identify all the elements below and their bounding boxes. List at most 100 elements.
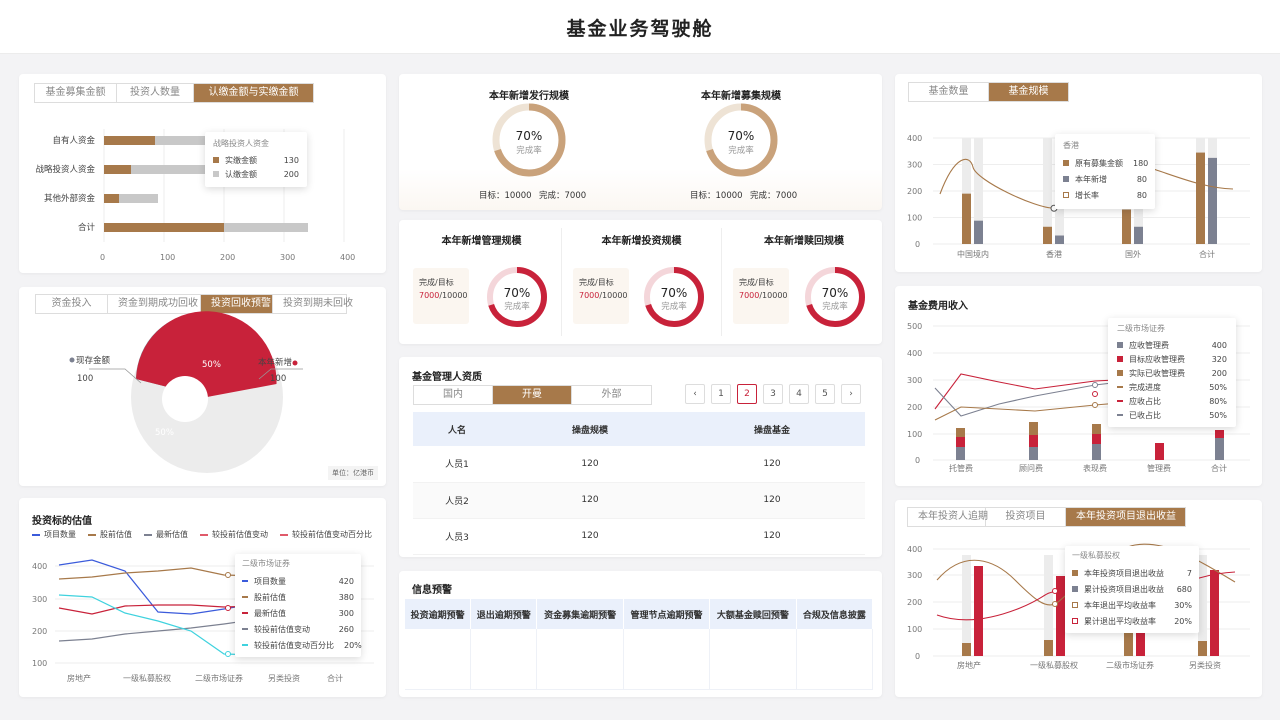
table-cell: 120 [679,482,865,519]
y-tick: 200 [907,187,922,196]
x-tick: 房地产 [957,660,981,670]
table-cell: 人员1 [413,446,501,483]
tooltip-value: 80 [1136,174,1147,184]
tooltip-name: 累计退出平均收益率 [1084,616,1156,626]
prev-page-button[interactable]: ‹ [685,384,705,404]
kpi-rate-label: 完成率 [504,301,530,312]
table-row[interactable]: 人员3 120 120 [413,518,865,555]
manager-table: 人名 操盘规模 操盘基金 人员1 120 120 人员2 120 120 人员3 120 1… [413,412,865,555]
page-button[interactable]: 4 [789,384,809,404]
column-header: 管理节点逾期预警 [623,599,711,629]
tooltip-title: 二级市场证券 [1117,324,1165,333]
tooltip-name: 本年新增 [1075,174,1107,184]
y-tick: 100 [907,430,922,439]
x-tick: 合计 [327,673,343,683]
tooltip-value: 420 [338,576,354,586]
y-tick: 400 [32,562,47,571]
bar-original[interactable] [962,193,971,244]
bar-paid[interactable] [104,223,224,232]
y-tick: 300 [32,595,47,604]
x-tick: 合计 [1199,249,1215,259]
bar-paid[interactable] [104,165,131,174]
tooltip-value: 400 [1211,340,1227,350]
page-button[interactable]: 5 [815,384,835,404]
pagination: ‹ 1 2 3 4 5 › [679,384,861,404]
tooltip-name: 较投前估值变动 [254,624,310,634]
y-tick: 100 [32,659,47,668]
tooltip-name: 股前估值 [254,592,286,602]
table-row[interactable]: 人员2 120 120 [413,482,865,519]
tooltip-title: 二级市场证券 [242,559,290,568]
donut-right-value: 100 [270,374,286,384]
y-tick: 200 [907,403,922,412]
x-tick: 顾问费 [1019,463,1043,473]
fee-income-tooltip: 二级市场证券 应收管理费 400 目标应收管理费 320 实际已收管理费 200 完成… [1108,318,1236,427]
kpi-target: 目标：10000 [479,191,532,201]
y-tick: 400 [907,545,922,554]
bar-original[interactable] [1043,226,1052,244]
table-cell: 120 [501,518,679,555]
manager-title: 基金管理人资质 [412,372,482,383]
valuation-tooltip: 二级市场证券 项目数量 420 股前估值 380 最新估值 300 较投前估值变动 26… [235,554,362,657]
kpi-rate-label: 完成率 [516,145,542,156]
donut-label-gray: 50% [155,428,174,438]
bar-original[interactable] [1196,152,1205,244]
tab-external[interactable]: 外部 [572,386,651,404]
category-label: 其他外部资金 [44,193,96,204]
page-title: 基金业务驾驶舱 [566,18,714,40]
tooltip-value: 320 [1211,354,1227,364]
bar-added[interactable] [1208,157,1217,244]
warning-title: 信息预警 [412,585,452,596]
y-tick: 100 [907,625,922,634]
tooltip-name: 项目数量 [254,576,286,586]
tab-domestic[interactable]: 国内 [414,386,493,404]
investment-recovery-panel: 资金投入 资金到期成功回收 投资回收预警 投资到期未回收 50% 50% 现存金… [19,287,386,486]
column-header: 合规及信息披露 [796,599,874,629]
y-tick: 400 [907,349,922,358]
tooltip-name: 完成进度 [1129,382,1161,392]
tooltip-value: 20% [344,640,362,650]
tooltip-name: 本年投资项目退出收益 [1084,568,1164,578]
page-button[interactable]: 3 [763,384,783,404]
bar-original[interactable] [1122,209,1131,244]
next-page-button[interactable]: › [841,384,861,404]
tooltip-name: 实缴金额 [225,155,257,165]
y-tick: 300 [907,376,922,385]
column-header: 投资逾期预警 [405,599,472,629]
scale-gauges: 70% 完成率 70% 完成率 70% 完成率 [487,267,865,327]
bar-added[interactable] [1055,235,1064,244]
tooltip-value: 260 [338,624,354,634]
x-tick: 一级私募股权 [1030,660,1078,670]
tooltip-name: 本年退出平均收益率 [1084,600,1156,610]
kpi-done: 完成：7000 [750,191,798,201]
kpi-percent: 70% [504,286,531,300]
tooltip-value: 20% [1174,616,1192,626]
tooltip-value: 200 [1211,368,1227,378]
donut-slice-new [136,311,277,397]
tooltip-title: 一级私募股权 [1072,551,1120,560]
bar-paid[interactable] [104,194,119,203]
bar-added[interactable] [974,220,983,244]
table-cell: 120 [501,446,679,483]
table-cell: 120 [679,446,865,483]
x-tick: 100 [160,253,175,262]
donut-left-label: 现存金额 [76,355,111,366]
bar-paid[interactable] [104,136,155,145]
tooltip-name: 目标应收管理费 [1129,354,1185,364]
manager-panel: 基金管理人资质 国内 开曼 外部 ‹ 1 2 3 4 5 › 人名 操盘规模 操… [399,357,882,557]
tab-cayman[interactable]: 开曼 [493,386,572,404]
tooltip-value: 7 [1186,568,1192,578]
page-button[interactable]: 2 [737,384,757,404]
tooltip-value: 200 [283,169,299,179]
table-row[interactable]: 人员1 120 120 [413,446,865,483]
category-label: 合计 [78,222,96,233]
kpi-rate-label: 完成率 [728,145,754,156]
bar-added[interactable] [1134,226,1143,244]
donut-hole [162,376,208,422]
tooltip-name: 已收占比 [1129,410,1161,420]
fee-income-panel: 基金费用收入 500 400 300 200 100 0 托管费 顾问费 表现费… [895,286,1262,486]
fund-scale-panel: 基金数量 基金规模 400 300 200 100 0 中国境内 香港 国外 合计 香港 原有募… [895,74,1262,272]
page-button[interactable]: 1 [711,384,731,404]
tooltip-value: 380 [338,592,354,602]
tooltip-name: 累计投资项目退出收益 [1084,584,1164,594]
